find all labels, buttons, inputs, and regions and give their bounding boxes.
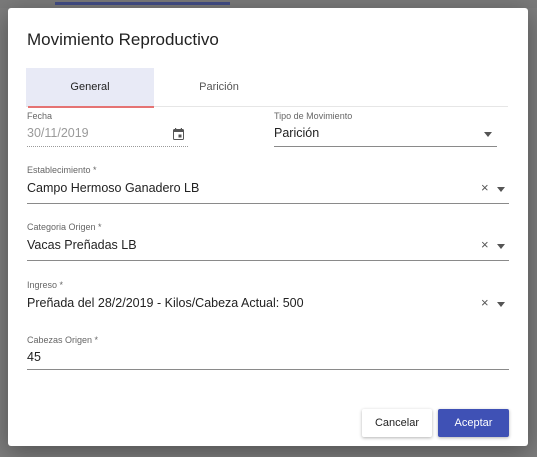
chevron-down-icon[interactable] [484, 132, 492, 137]
backdrop-accent-bar [55, 2, 230, 5]
fecha-input[interactable]: 30/11/2019 [27, 126, 89, 140]
ingreso-label: Ingreso * [27, 280, 64, 290]
establecimiento-select[interactable]: Establecimiento * Campo Hermoso Ganadero… [27, 165, 509, 204]
tipo-movimiento-select[interactable]: Tipo de Movimiento Parición [274, 111, 497, 147]
fecha-label: Fecha [27, 111, 53, 121]
establecimiento-label: Establecimiento * [27, 165, 97, 175]
categoria-origen-value: Vacas Preñadas LB [27, 238, 137, 252]
cabezas-origen-label: Cabezas Origen * [27, 335, 99, 345]
categoria-origen-underline [27, 260, 509, 261]
cabezas-origen-underline [27, 369, 509, 370]
fecha-underline [27, 146, 188, 147]
tipo-movimiento-label: Tipo de Movimiento [274, 111, 353, 121]
establecimiento-underline [27, 203, 509, 204]
clear-icon[interactable]: × [481, 180, 489, 195]
cabezas-origen-input[interactable]: 45 [27, 350, 41, 364]
categoria-origen-label: Categoria Origen * [27, 222, 102, 232]
backdrop [0, 0, 537, 8]
ingreso-value: Preñada del 28/2/2019 - Kilos/Cabeza Act… [27, 296, 304, 310]
accept-button[interactable]: Aceptar [438, 409, 509, 437]
movimiento-dialog: Movimiento Reproductivo General Parición… [8, 8, 528, 446]
tab-bar: General Parición [26, 68, 508, 108]
tab-general[interactable]: General [26, 68, 154, 108]
cabezas-origen-field[interactable]: Cabezas Origen * 45 [27, 335, 509, 371]
ingreso-select[interactable]: Ingreso * Preñada del 28/2/2019 - Kilos/… [27, 280, 509, 318]
chevron-down-icon[interactable] [497, 244, 505, 249]
fecha-field[interactable]: Fecha 30/11/2019 [27, 111, 188, 147]
tab-paricion[interactable]: Parición [154, 68, 284, 106]
tab-active-indicator [28, 106, 154, 108]
dialog-title: Movimiento Reproductivo [27, 30, 219, 49]
cancel-button[interactable]: Cancelar [362, 409, 432, 437]
tab-paricion-label: Parición [199, 81, 239, 93]
clear-icon[interactable]: × [481, 295, 489, 310]
chevron-down-icon[interactable] [497, 302, 505, 307]
chevron-down-icon[interactable] [497, 187, 505, 192]
calendar-icon[interactable] [173, 128, 184, 143]
establecimiento-value: Campo Hermoso Ganadero LB [27, 181, 200, 195]
tipo-movimiento-underline [274, 146, 497, 147]
tipo-movimiento-value: Parición [274, 126, 320, 140]
clear-icon[interactable]: × [481, 237, 489, 252]
categoria-origen-select[interactable]: Categoria Origen * Vacas Preñadas LB × [27, 222, 509, 261]
tab-general-label: General [70, 81, 110, 93]
